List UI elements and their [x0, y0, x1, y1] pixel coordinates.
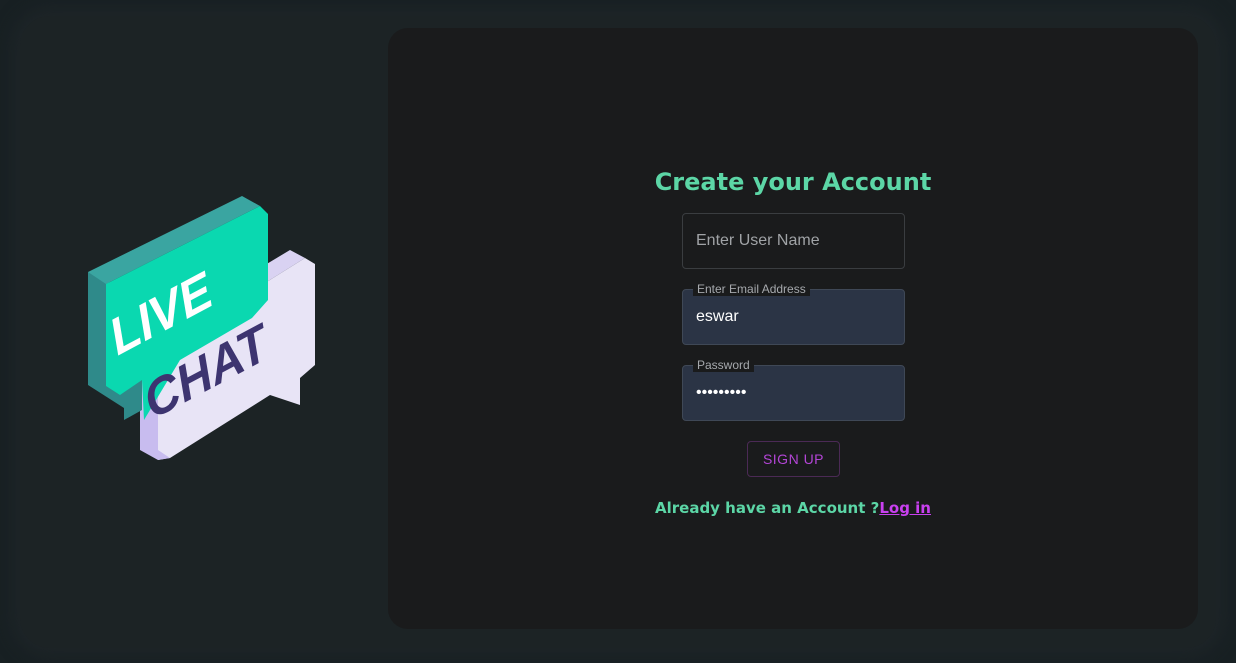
signup-card: Create your Account Enter Email Address … — [388, 28, 1198, 629]
password-field[interactable]: Password — [682, 358, 905, 421]
login-prompt: Already have an Account ?Log in — [388, 499, 1198, 517]
login-prompt-text: Already have an Account ? — [655, 499, 880, 517]
login-link[interactable]: Log in — [879, 499, 931, 517]
password-input[interactable] — [683, 366, 904, 420]
email-input[interactable] — [683, 290, 904, 344]
signup-button[interactable]: SIGN UP — [747, 441, 840, 477]
password-label: Password — [693, 358, 754, 372]
live-chat-logo: LIVE CHAT — [60, 180, 350, 480]
username-input[interactable] — [683, 214, 904, 268]
page-title: Create your Account — [654, 168, 932, 196]
username-field[interactable] — [682, 213, 905, 269]
email-field[interactable]: Enter Email Address — [682, 282, 905, 345]
email-label: Enter Email Address — [693, 282, 810, 296]
